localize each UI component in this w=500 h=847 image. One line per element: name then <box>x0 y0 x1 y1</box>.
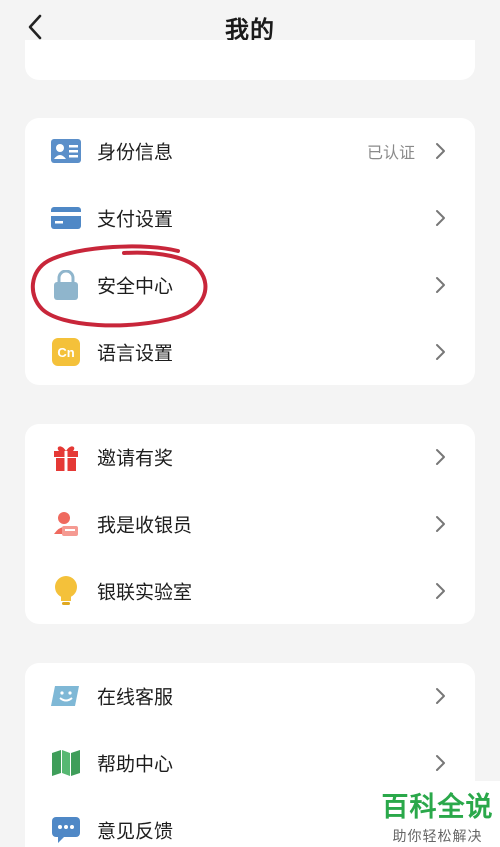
list-item-invite[interactable]: 邀请有奖 <box>25 424 475 490</box>
list-item-label: 意见反馈 <box>97 820 174 843</box>
chevron-right-icon <box>436 210 445 226</box>
book-icon <box>51 748 81 778</box>
chevron-right-icon <box>436 688 445 704</box>
lightbulb-icon <box>51 576 81 606</box>
chevron-right-icon <box>436 516 445 532</box>
watermark-slogan: 助你轻松解决 <box>392 829 483 845</box>
list-item-label: 语言设置 <box>97 342 174 365</box>
lock-icon <box>51 270 81 300</box>
list-item-label: 我是收银员 <box>97 514 193 537</box>
list-item-online-service[interactable]: 在线客服 <box>25 663 475 729</box>
list-item-label: 邀请有奖 <box>97 447 174 470</box>
chevron-right-icon <box>436 449 445 465</box>
id-card-icon <box>51 136 81 166</box>
list-item-payment[interactable]: 支付设置 <box>25 185 475 251</box>
chevron-right-icon <box>436 583 445 599</box>
chevron-right-icon <box>436 755 445 771</box>
account-settings-card: 身份信息 已认证 支付设置 安全中心 Cn 语言设置 <box>25 118 475 385</box>
customer-service-icon <box>51 681 81 711</box>
list-item-label: 安全中心 <box>97 275 174 298</box>
list-item-label: 在线客服 <box>97 686 174 709</box>
top-card-partial <box>25 40 475 80</box>
watermark: 百科全说 助你轻松解决 <box>375 781 500 847</box>
chat-bubble-icon <box>51 815 81 845</box>
list-item-identity[interactable]: 身份信息 已认证 <box>25 118 475 184</box>
cashier-icon <box>51 509 81 539</box>
gift-icon <box>51 442 81 472</box>
chevron-right-icon <box>436 143 445 159</box>
bank-card-icon <box>51 203 81 233</box>
watermark-brand: 百科全说 <box>381 792 494 823</box>
list-item-lab[interactable]: 银联实验室 <box>25 558 475 624</box>
chevron-right-icon <box>436 344 445 360</box>
chevron-right-icon <box>436 277 445 293</box>
language-cn-icon: Cn <box>51 337 81 367</box>
list-item-label: 身份信息 <box>97 141 174 164</box>
list-item-label: 支付设置 <box>97 208 174 231</box>
list-item-security-center[interactable]: 安全中心 <box>25 252 475 318</box>
list-item-language[interactable]: Cn 语言设置 <box>25 319 475 385</box>
list-item-label: 帮助中心 <box>97 753 174 776</box>
activities-card: 邀请有奖 我是收银员 银联实验室 <box>25 424 475 624</box>
list-item-label: 银联实验室 <box>97 581 193 604</box>
svg-text:Cn: Cn <box>57 345 74 360</box>
identity-status: 已认证 <box>366 143 415 162</box>
list-item-cashier[interactable]: 我是收银员 <box>25 491 475 557</box>
